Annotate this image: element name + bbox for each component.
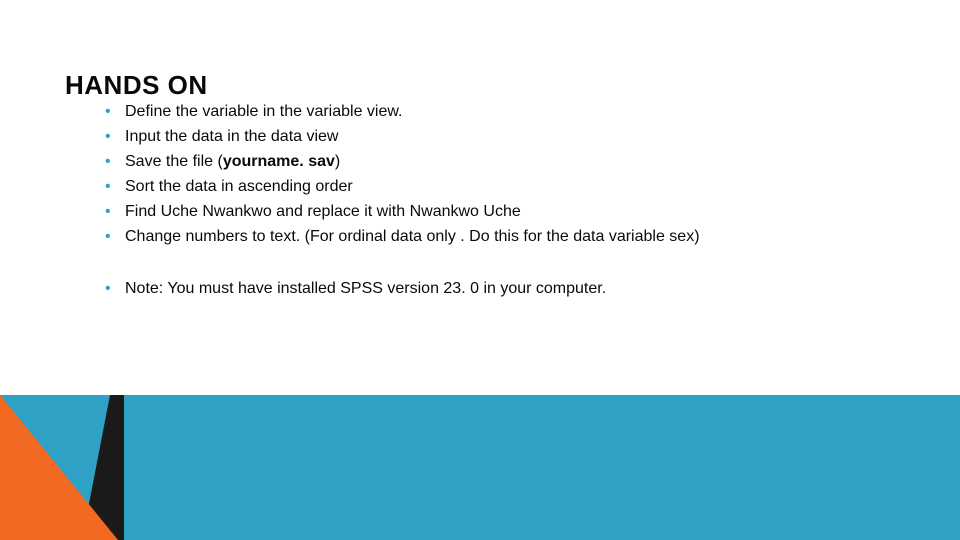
list-item: Change numbers to text. (For ordinal dat… (105, 225, 900, 249)
bullet-list: Define the variable in the variable view… (105, 100, 900, 249)
list-item-bold: yourname. sav (223, 153, 335, 170)
list-item: Input the data in the data view (105, 125, 900, 149)
list-item: Save the file (yourname. sav) (105, 150, 900, 174)
list-item-text: Input the data in the data view (125, 128, 338, 145)
list-item-suffix: ) (335, 153, 340, 170)
slide-content: Define the variable in the variable view… (105, 100, 900, 302)
list-item-text: Define the variable in the variable view… (125, 103, 403, 120)
list-item: Sort the data in ascending order (105, 175, 900, 199)
list-item-text: Change numbers to text. (For ordinal dat… (125, 228, 700, 245)
list-item: Define the variable in the variable view… (105, 100, 900, 124)
list-item-text: Sort the data in ascending order (125, 178, 353, 195)
note-list: Note: You must have installed SPSS versi… (105, 277, 900, 301)
note-text: Note: You must have installed SPSS versi… (125, 280, 606, 297)
footer-band (0, 395, 960, 540)
list-item: Find Uche Nwankwo and replace it with Nw… (105, 200, 900, 224)
note-item: Note: You must have installed SPSS versi… (105, 277, 900, 301)
footer-blue (0, 395, 960, 540)
list-item-prefix: Save the file ( (125, 153, 223, 170)
list-item-text: Find Uche Nwankwo and replace it with Nw… (125, 203, 521, 220)
footer-orange-triangle (0, 395, 118, 540)
slide-title: HANDS ON (65, 70, 208, 101)
slide: HANDS ON Define the variable in the vari… (0, 0, 960, 540)
